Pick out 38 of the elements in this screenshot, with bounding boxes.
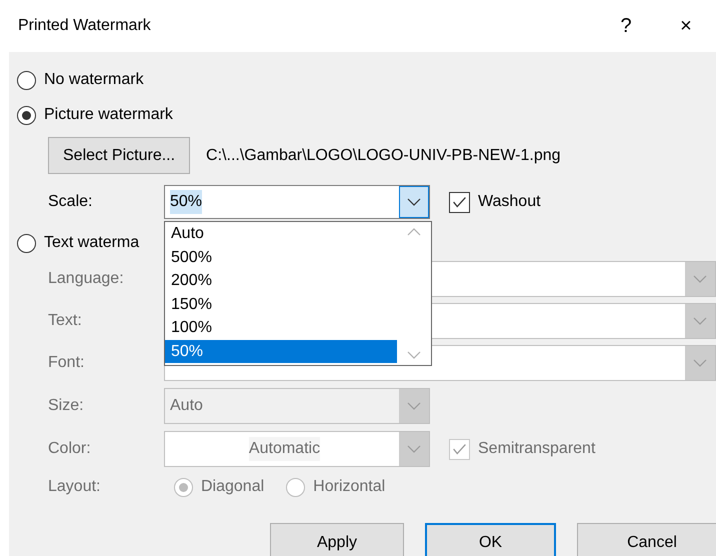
dropdown-option[interactable]: 50% — [165, 340, 397, 363]
window-title: Printed Watermark — [18, 16, 152, 36]
close-button[interactable]: × — [656, 11, 716, 41]
radio-button-label[interactable]: No watermark — [44, 68, 144, 92]
field-label: Font: — [48, 353, 86, 373]
scroll-down-icon — [407, 351, 421, 359]
chevron-down-icon — [407, 198, 421, 206]
field-label: Layout: — [48, 477, 102, 497]
dropdown-option[interactable]: 500% — [165, 246, 397, 269]
scale-dropdown[interactable]: 50% — [164, 185, 430, 219]
radio-button[interactable] — [17, 234, 36, 252]
radio-button[interactable] — [17, 70, 36, 90]
dropdown-option[interactable]: 200% — [165, 269, 397, 292]
chevron-down-icon — [407, 402, 421, 410]
field-label: Color: — [48, 439, 92, 459]
radio-button-label[interactable]: Text waterma — [44, 231, 140, 255]
field-label: Text: — [48, 311, 83, 331]
scroll-up-icon — [407, 228, 421, 236]
radio-button-label[interactable]: Picture watermark — [44, 103, 173, 127]
dialog-button[interactable]: Apply — [270, 523, 404, 556]
select-picture-button[interactable]: Select Picture... — [48, 137, 190, 174]
checkbox-label[interactable]: Washout — [478, 190, 541, 214]
dialog-button[interactable]: Cancel — [577, 523, 716, 556]
chevron-down-icon — [407, 445, 421, 453]
chevron-down-icon — [693, 359, 707, 367]
help-button[interactable]: ? — [596, 11, 656, 41]
chevron-down-icon — [693, 317, 707, 325]
dropdown-option[interactable]: Auto — [165, 222, 397, 246]
field-label: Scale: — [48, 192, 94, 212]
radio-button[interactable] — [17, 106, 36, 124]
dialog-button[interactable]: OK — [425, 523, 556, 556]
dropdown-option[interactable]: 100% — [165, 316, 397, 340]
chevron-down-icon — [693, 275, 707, 283]
dropdown-option[interactable]: 150% — [165, 292, 397, 316]
file-path: C:\...\Gambar\LOGO\LOGO-UNIV-PB-NEW-1.png — [206, 146, 561, 166]
checkbox[interactable] — [449, 192, 470, 212]
field-label: Language: — [48, 269, 125, 289]
field-label: Size: — [48, 396, 85, 416]
